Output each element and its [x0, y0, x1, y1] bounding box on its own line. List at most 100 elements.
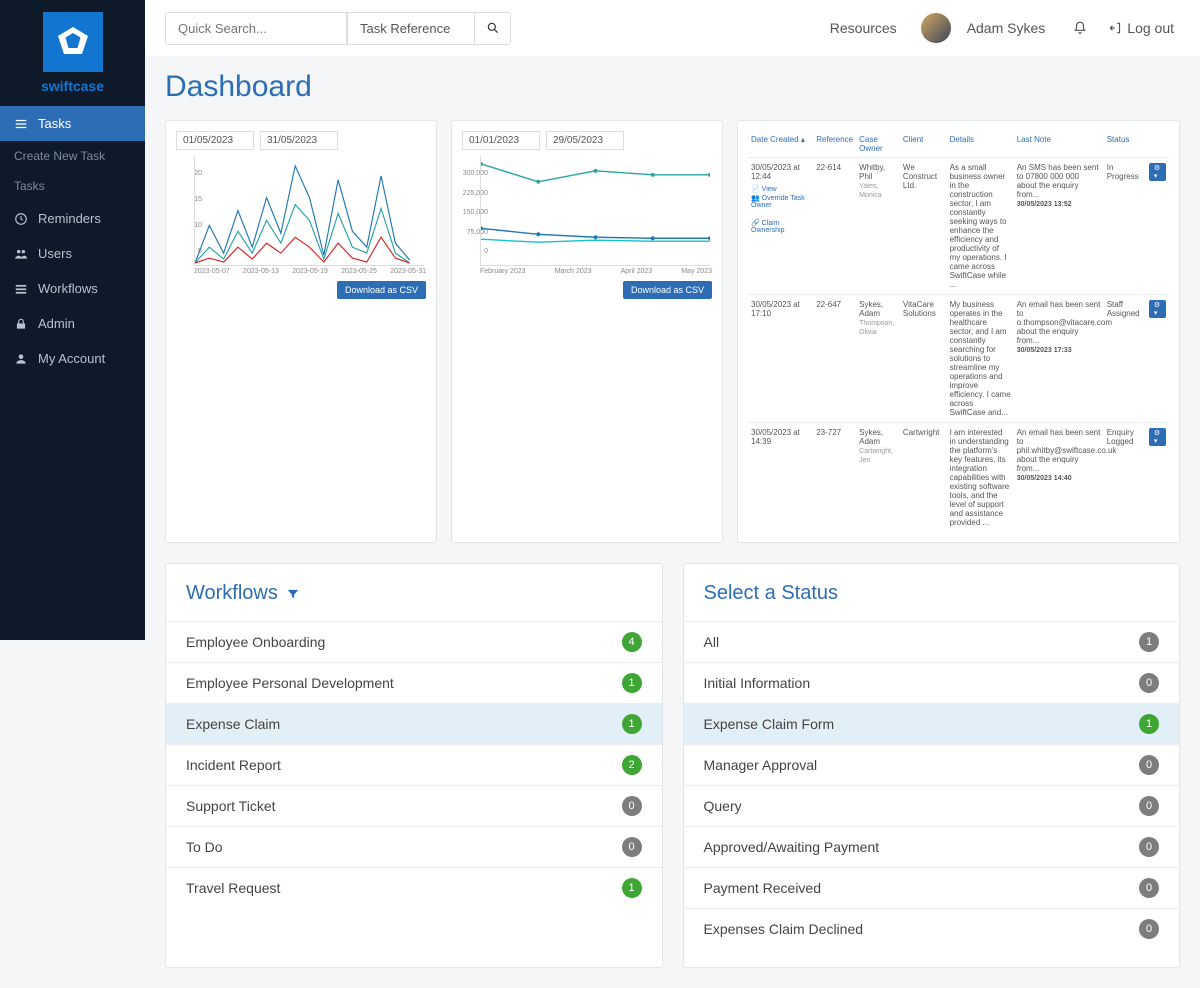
count-badge: 1 — [1139, 714, 1159, 734]
table-header-row: Date Created ▴ Reference Case Owner Clie… — [748, 131, 1169, 158]
workflow-label: Support Ticket — [186, 798, 276, 814]
th-date[interactable]: Date Created ▴ — [748, 131, 813, 158]
cell-note: An SMS has been sent to 07800 000 000 ab… — [1014, 158, 1104, 295]
status-label: Approved/Awaiting Payment — [704, 839, 880, 855]
workflow-item[interactable]: To Do 0 — [166, 826, 662, 867]
topbar: Task Reference ▼ Resources Adam Sykes Lo… — [145, 0, 1200, 56]
cell-owner: Sykes, AdamCartwright, Jen — [856, 423, 900, 533]
cell-action: ⚙ ▾ — [1146, 295, 1169, 423]
nav-workflows[interactable]: Workflows — [0, 271, 145, 306]
tasks-table: Date Created ▴ Reference Case Owner Clie… — [748, 131, 1169, 532]
nav-tasks-sub[interactable]: Tasks — [0, 171, 145, 201]
status-item[interactable]: Approved/Awaiting Payment 0 — [684, 826, 1180, 867]
search-group: Task Reference ▼ — [165, 12, 511, 45]
chart1-download-button[interactable]: Download as CSV — [337, 281, 426, 299]
workflow-item[interactable]: Expense Claim1 — [166, 703, 662, 744]
workflow-item[interactable]: Incident Report2 — [166, 744, 662, 785]
th-reference[interactable]: Reference — [813, 131, 856, 158]
chart-card-1: 2015105 2023-05-072023-05-132023-05-1920… — [165, 120, 437, 543]
workflow-item[interactable]: Employee Onboarding4 — [166, 621, 662, 662]
cell-status: Enquiry Logged — [1104, 423, 1146, 533]
override-owner-link[interactable]: 👥 Override Task Owner — [751, 194, 810, 209]
logo-text: swiftcase — [12, 78, 133, 94]
cell-client: Cartwright — [900, 423, 947, 533]
search-input[interactable] — [166, 13, 346, 44]
two-column: Workflows Employee Onboarding4Employee P… — [165, 563, 1180, 968]
status-item[interactable]: Payment Received0 — [684, 867, 1180, 908]
person-icon — [14, 352, 28, 366]
count-badge: 2 — [622, 755, 642, 775]
status-label: Query — [704, 798, 742, 814]
status-item[interactable]: Expenses Claim Declined 0 — [684, 908, 1180, 949]
row-action-button[interactable]: ⚙ ▾ — [1149, 300, 1166, 318]
cell-status: Staff Assigned — [1104, 295, 1146, 423]
nav-my-account[interactable]: My Account — [0, 341, 145, 376]
logo-icon — [43, 12, 103, 72]
resources-link[interactable]: Resources — [822, 20, 905, 36]
workflow-label: Travel Request — [186, 880, 280, 896]
nav-create-new-task[interactable]: Create New Task — [0, 141, 145, 171]
workflow-item[interactable]: Employee Personal Development1 — [166, 662, 662, 703]
nav-users[interactable]: Users — [0, 236, 145, 271]
user-name[interactable]: Adam Sykes — [967, 20, 1046, 36]
nav-tasks[interactable]: Tasks — [0, 106, 145, 141]
th-client[interactable]: Client — [900, 131, 947, 158]
chart2-date-to[interactable] — [546, 131, 624, 150]
filter-icon[interactable] — [286, 587, 300, 601]
chart2-date-from[interactable] — [462, 131, 540, 150]
cell-date: 30/05/2023 at 14:39 — [748, 423, 813, 533]
notifications-button[interactable] — [1073, 21, 1087, 35]
status-label: Manager Approval — [704, 757, 818, 773]
status-item[interactable]: Expense Claim Form1 — [684, 703, 1180, 744]
search-button[interactable] — [474, 13, 510, 44]
row-action-button[interactable]: ⚙ ▾ — [1149, 428, 1166, 446]
chart2-download-button[interactable]: Download as CSV — [623, 281, 712, 299]
status-item[interactable]: Initial Information0 — [684, 662, 1180, 703]
status-item[interactable]: Manager Approval0 — [684, 744, 1180, 785]
nav-admin[interactable]: Admin — [0, 306, 145, 341]
nav-workflows-label: Workflows — [38, 281, 98, 296]
logout-button[interactable]: Log out — [1109, 20, 1174, 36]
list-icon — [14, 117, 28, 131]
count-badge: 0 — [1139, 837, 1159, 857]
workflow-item[interactable]: Travel Request1 — [166, 867, 662, 908]
logo[interactable]: swiftcase — [0, 0, 145, 106]
nav-my-account-label: My Account — [38, 351, 105, 366]
claim-ownership-link[interactable]: 🔗 Claim Ownership — [751, 219, 810, 234]
workflow-item[interactable]: Support Ticket0 — [166, 785, 662, 826]
th-lastnote[interactable]: Last Note — [1014, 131, 1104, 158]
status-label: Initial Information — [704, 675, 811, 691]
status-item[interactable]: All1 — [684, 621, 1180, 662]
cell-client: VitaCare Solutions — [900, 295, 947, 423]
sidebar: swiftcase Tasks Create New Task Tasks Re… — [0, 0, 145, 640]
table-row[interactable]: 30/05/2023 at 14:39 23-727 Sykes, AdamCa… — [748, 423, 1169, 533]
search-filter-select[interactable]: Task Reference — [347, 13, 474, 44]
count-badge: 1 — [622, 714, 642, 734]
th-owner[interactable]: Case Owner — [856, 131, 900, 158]
bell-icon — [1073, 21, 1087, 35]
workflow-label: To Do — [186, 839, 223, 855]
users-icon — [14, 247, 28, 261]
th-status[interactable]: Status — [1104, 131, 1146, 158]
th-details[interactable]: Details — [947, 131, 1014, 158]
count-badge: 0 — [622, 837, 642, 857]
count-badge: 1 — [622, 673, 642, 693]
cell-owner: Sykes, AdamThompson, Olivia — [856, 295, 900, 423]
search-icon — [486, 21, 500, 35]
lock-icon — [14, 317, 28, 331]
status-item[interactable]: Query0 — [684, 785, 1180, 826]
cards-row: 2015105 2023-05-072023-05-132023-05-1920… — [165, 120, 1180, 543]
chart1-date-from[interactable] — [176, 131, 254, 150]
chart1-date-to[interactable] — [260, 131, 338, 150]
cell-note: An email has been sent to phil.whitby@sw… — [1014, 423, 1104, 533]
count-badge: 0 — [1139, 919, 1159, 939]
table-row[interactable]: 30/05/2023 at 12:44📄 View 👥 Override Tas… — [748, 158, 1169, 295]
status-label: Expenses Claim Declined — [704, 921, 864, 937]
view-link[interactable]: 📄 View — [751, 185, 777, 193]
logout-icon — [1109, 21, 1123, 35]
status-label: All — [704, 634, 720, 650]
avatar[interactable] — [921, 13, 951, 43]
table-row[interactable]: 30/05/2023 at 17:10 22-647 Sykes, AdamTh… — [748, 295, 1169, 423]
nav-reminders[interactable]: Reminders — [0, 201, 145, 236]
row-action-button[interactable]: ⚙ ▾ — [1149, 163, 1166, 181]
